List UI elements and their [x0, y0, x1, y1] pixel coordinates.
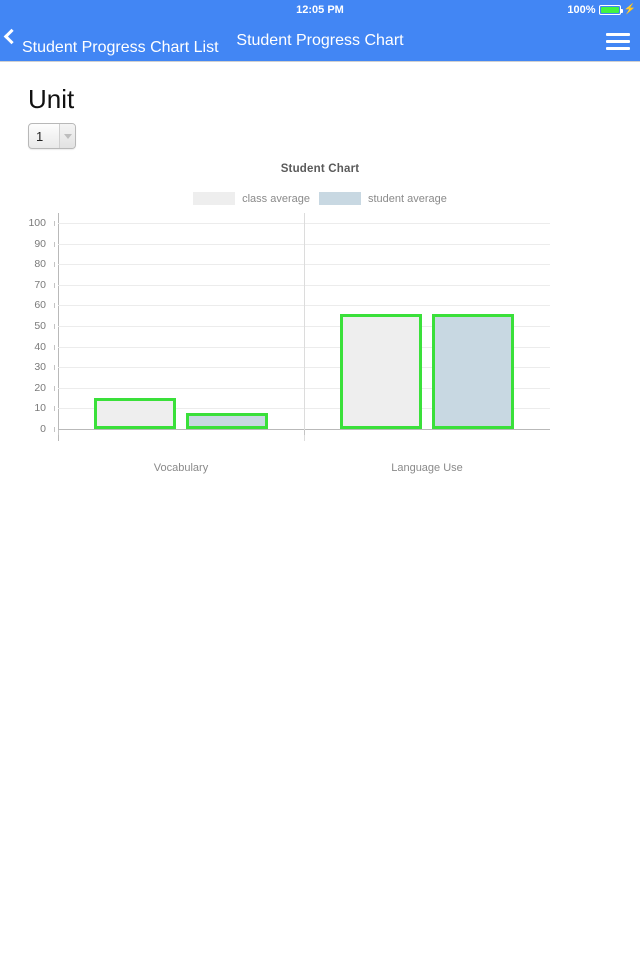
status-bar-time: 12:05 PM [296, 4, 344, 16]
chart-legend: class average student average [0, 192, 640, 205]
legend-swatch-class-average [193, 192, 236, 205]
y-axis-tick [54, 282, 55, 288]
y-axis-tick [54, 365, 55, 371]
menu-bar-3 [606, 46, 630, 50]
chevron-down-icon [59, 124, 75, 148]
battery-full-icon [598, 5, 623, 15]
chevron-left-icon [3, 28, 20, 45]
legend-item-student-average: student average [318, 192, 447, 205]
x-axis-tick [58, 430, 59, 435]
back-button-label: Student Progress Chart List [22, 39, 219, 56]
y-axis-tick-label: 100 [28, 217, 46, 229]
y-axis-tick [54, 385, 55, 391]
y-axis-tick [54, 427, 55, 432]
status-bar: 12:05 PM 100% ⚡ [0, 0, 640, 20]
y-axis-tick-label: 20 [34, 381, 46, 394]
legend-swatch-student-average [318, 192, 361, 205]
menu-bar-1 [606, 32, 630, 36]
y-axis-tick [54, 303, 55, 309]
nav-bar: Student Progress Chart List Student Prog… [0, 20, 640, 62]
back-button[interactable]: Student Progress Chart List [3, 20, 219, 62]
x-axis-label-vocabulary: Vocabulary [153, 462, 209, 474]
y-axis-labels: 0 10 20 30 40 50 60 70 80 90 100 [0, 213, 58, 458]
y-axis-tick [54, 324, 55, 329]
caret-shape [63, 133, 72, 139]
y-axis-tick-label: 80 [34, 258, 46, 271]
y-axis-tick-label: 90 [34, 237, 46, 250]
y-axis-tick [54, 344, 55, 350]
plot-canvas [54, 213, 550, 458]
y-axis-tick [54, 262, 55, 268]
unit-heading: Unit [28, 84, 75, 114]
unit-select-value: 1 [36, 128, 44, 144]
y-axis-tick-label: 40 [34, 340, 46, 353]
unit-select-wrapper: 1 [0, 115, 640, 149]
x-axis-category-labels: Vocabulary Language Use [58, 462, 550, 482]
menu-bar-2 [606, 39, 630, 43]
x-axis-tick [304, 430, 305, 435]
legend-label-class-average: class average [242, 192, 310, 205]
chart-title: Student Chart [280, 163, 360, 175]
battery-percent-label: 100% [567, 4, 596, 16]
y-axis-line [58, 213, 59, 441]
x-axis-label-language-use: Language Use [391, 462, 463, 474]
status-bar-right-cluster: 100% ⚡ [567, 0, 636, 20]
category-divider [304, 213, 305, 441]
lightning-bolt-icon: ⚡ [623, 4, 636, 15]
bar-student-average-vocabulary[interactable] [186, 412, 268, 429]
main-content: Unit 1 Student Chart class average stude… [0, 62, 640, 474]
y-axis-tick-label: 0 [40, 423, 46, 435]
battery-fill [600, 7, 619, 13]
bar-student-average-language-use[interactable] [432, 313, 514, 429]
bar-class-average-language-use[interactable] [340, 313, 422, 429]
y-axis-tick [54, 406, 55, 412]
y-axis-tick [54, 241, 55, 247]
y-axis-tick-label: 10 [34, 402, 46, 415]
y-axis-tick-label: 70 [34, 278, 46, 291]
hamburger-menu-icon[interactable] [606, 20, 630, 62]
chart-plot-area: 0 10 20 30 40 50 60 70 80 90 100 Vocabulary Languag… [0, 213, 640, 474]
student-chart: Student Chart class average student aver… [0, 163, 640, 474]
y-axis-tick-label: 50 [34, 320, 46, 332]
unit-select[interactable]: 1 [28, 123, 76, 149]
y-axis-tick [54, 221, 55, 226]
legend-item-class-average: class average [193, 192, 310, 205]
y-axis-tick-label: 60 [34, 299, 46, 312]
bar-class-average-vocabulary[interactable] [94, 398, 176, 429]
legend-label-student-average: student average [367, 192, 447, 205]
y-axis-tick-label: 30 [34, 361, 46, 374]
